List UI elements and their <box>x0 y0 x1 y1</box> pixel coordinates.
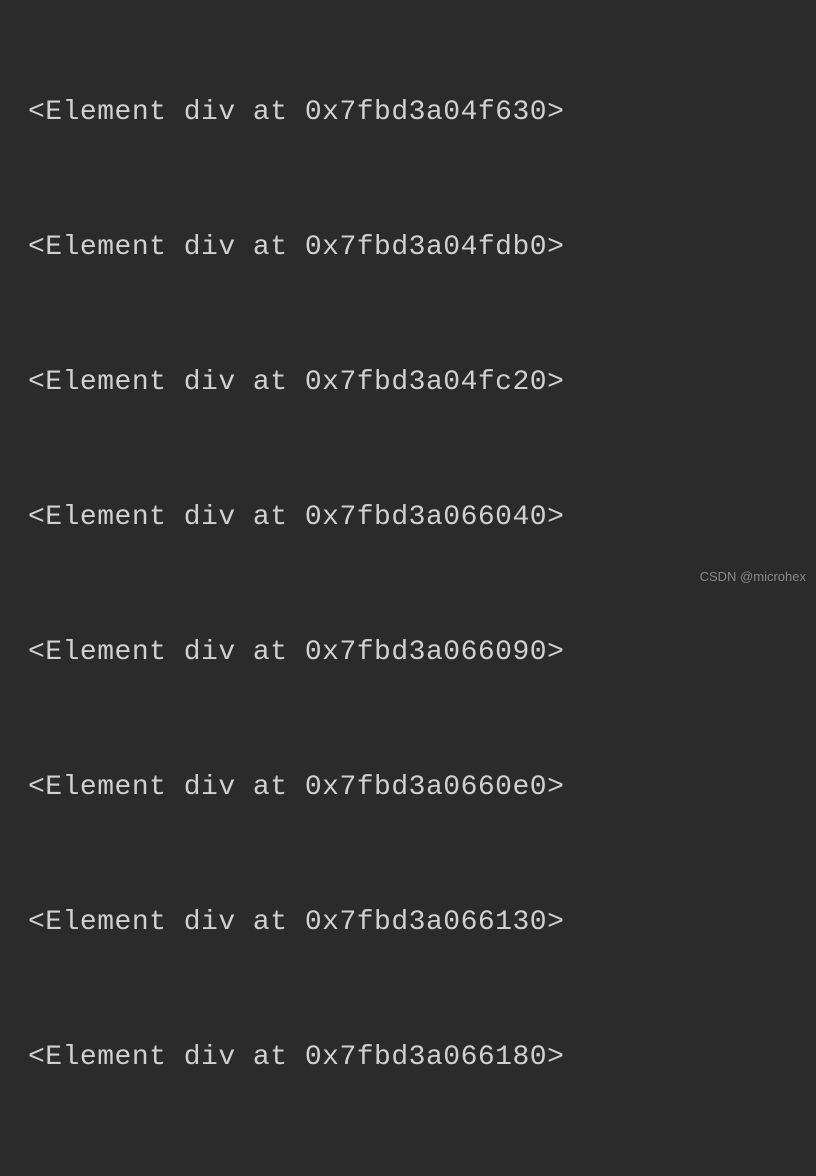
output-line: <Element div at 0x7fbd3a0660e0> <box>0 765 816 810</box>
output-line: <Element div at 0x7fbd3a066180> <box>0 1035 816 1080</box>
output-line: <Element div at 0x7fbd3a0661d0> <box>0 1170 816 1176</box>
output-line: <Element div at 0x7fbd3a066040> <box>0 495 816 540</box>
output-line: <Element div at 0x7fbd3a066130> <box>0 900 816 945</box>
output-line: <Element div at 0x7fbd3a066090> <box>0 630 816 675</box>
console-output: <Element div at 0x7fbd3a04f630> <Element… <box>0 0 816 1176</box>
watermark-text: CSDN @microhex <box>700 569 806 584</box>
output-line: <Element div at 0x7fbd3a04fc20> <box>0 360 816 405</box>
output-line: <Element div at 0x7fbd3a04fdb0> <box>0 225 816 270</box>
output-line: <Element div at 0x7fbd3a04f630> <box>0 90 816 135</box>
